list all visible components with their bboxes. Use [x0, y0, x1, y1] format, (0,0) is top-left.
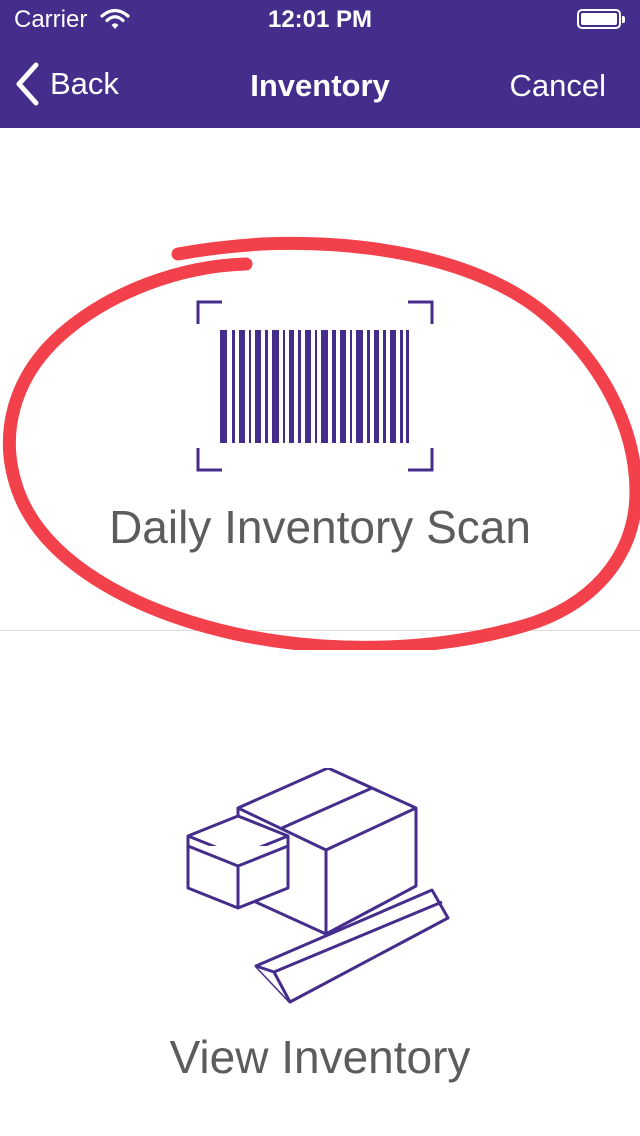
divider: [0, 630, 640, 631]
option-label: View Inventory: [169, 1031, 471, 1083]
barcode-scan-icon: [196, 300, 434, 472]
clock: 12:01 PM: [267, 6, 373, 33]
boxes-icon: [186, 768, 450, 1004]
cancel-button[interactable]: Cancel: [510, 68, 607, 104]
view-inventory-option[interactable]: View Inventory: [0, 632, 640, 1136]
header: Carrier 12:01 PM Back Inventory Cancel: [0, 0, 640, 128]
navigation-bar: Back Inventory Cancel: [0, 40, 640, 128]
status-bar: Carrier 12:01 PM: [0, 0, 640, 40]
battery-icon: [577, 9, 625, 29]
daily-inventory-scan-option[interactable]: Daily Inventory Scan: [0, 128, 640, 630]
option-label: Daily Inventory Scan: [109, 501, 531, 553]
